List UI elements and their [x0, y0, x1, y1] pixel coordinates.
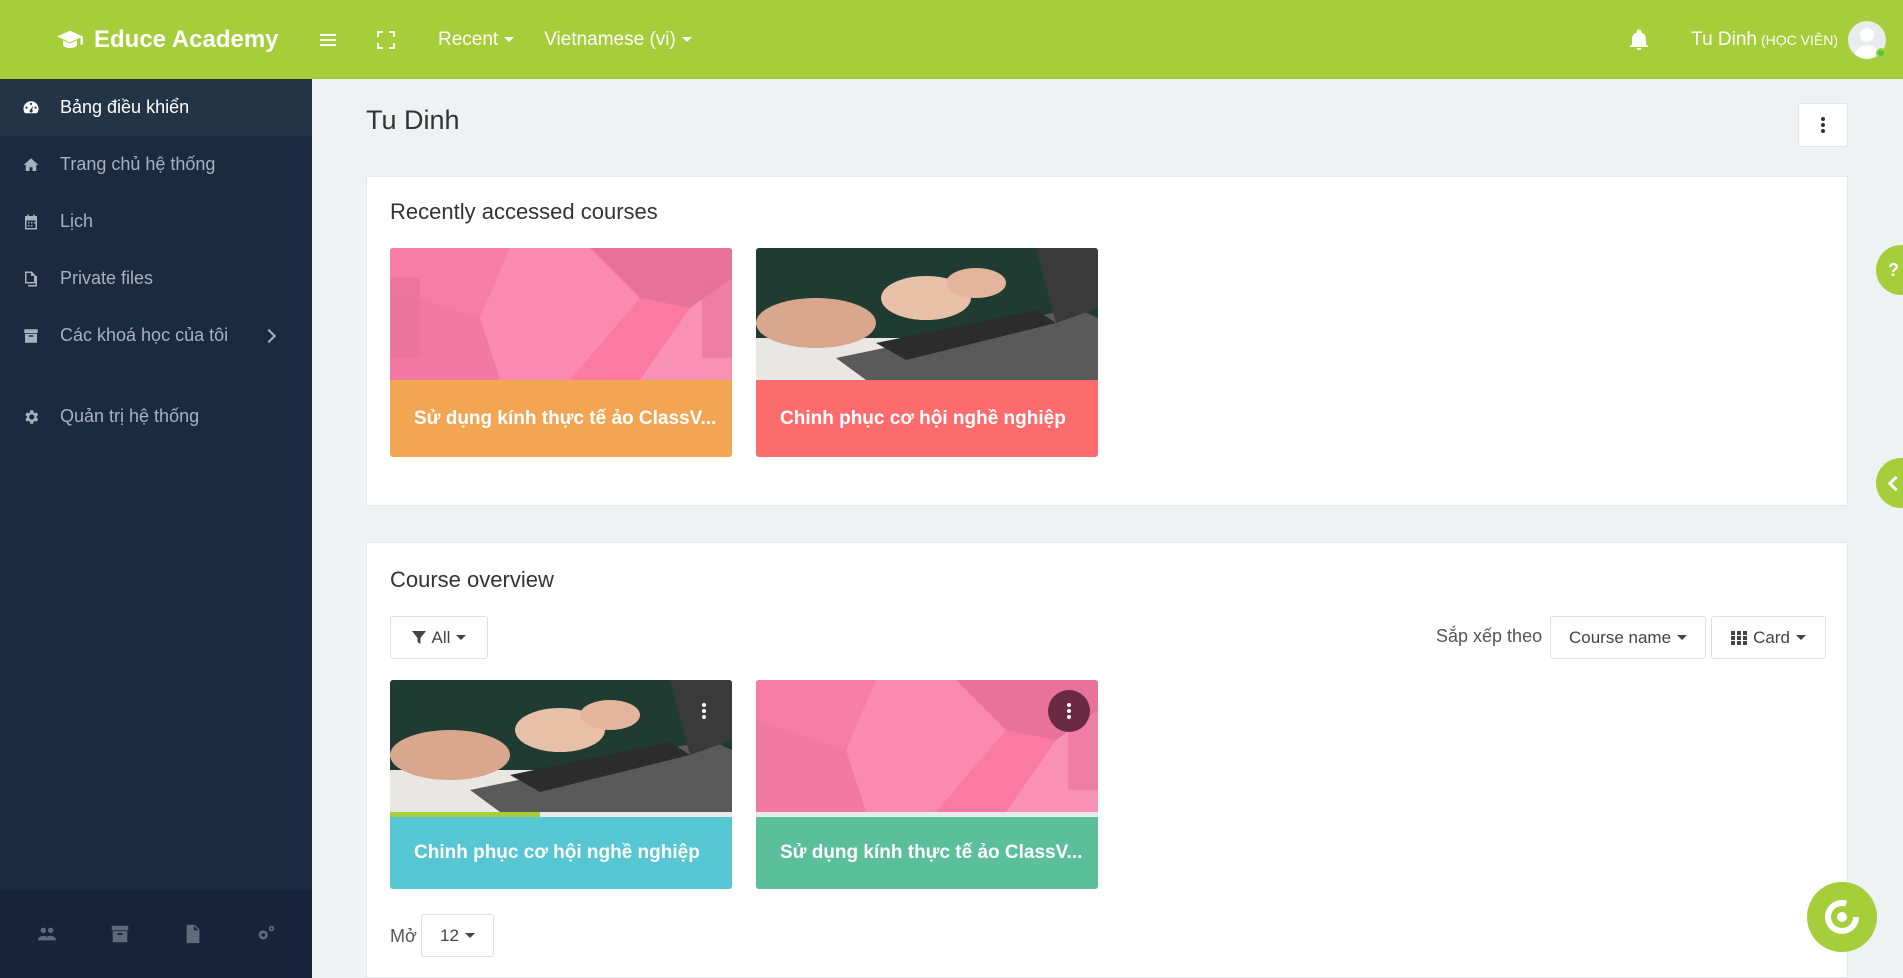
course-name: Sử dụng kính thực tế ảo ClassV...: [756, 817, 1098, 889]
dashboard-icon: [23, 100, 39, 113]
course-image: [390, 248, 732, 380]
recent-course-card[interactable]: Sử dụng kính thực tế ảo ClassV...: [390, 248, 732, 457]
sort-dropdown[interactable]: Course name: [1550, 616, 1706, 659]
recent-courses-block: Recently accessed courses Sử dụng kính t…: [366, 176, 1848, 506]
sidebar-item-label: Lịch: [60, 211, 94, 231]
overview-course-card[interactable]: Chinh phục cơ hội nghề nghiệp: [390, 680, 732, 889]
caret-down-icon: [504, 37, 515, 42]
online-status-icon: [1876, 48, 1886, 58]
sidebar-item-label: Bảng điều khiển: [60, 97, 190, 117]
sidebar-item-label: Private files: [60, 268, 154, 288]
graduation-cap-icon: [57, 30, 83, 48]
course-menu-button[interactable]: [683, 690, 725, 732]
language-dropdown[interactable]: Vietnamese (vi): [544, 29, 692, 51]
course-overview-block: Course overview All Sắp xếp theo Course …: [366, 542, 1848, 978]
caret-down-icon: [1795, 635, 1806, 640]
user-role: (HỌC VIÊN): [1761, 31, 1838, 48]
course-overview-title: Course overview: [390, 567, 554, 592]
file-icon[interactable]: [182, 923, 204, 945]
kebab-icon: [1067, 703, 1071, 719]
language-label: Vietnamese (vi): [544, 28, 676, 50]
sidebar-item-private-files[interactable]: Private files: [0, 250, 312, 307]
course-menu-button[interactable]: [1048, 690, 1090, 732]
gears-icon[interactable]: [255, 923, 277, 945]
archive-icon[interactable]: [109, 923, 131, 945]
view-dropdown[interactable]: Card: [1711, 616, 1826, 659]
sort-label: Sắp xếp theo: [1436, 626, 1543, 646]
course-image: [756, 248, 1098, 380]
sidebar-item-dashboard[interactable]: Bảng điều khiển: [0, 79, 312, 136]
gear-icon: [25, 409, 39, 424]
caret-down-icon: [456, 635, 467, 640]
chevron-left-icon: [1887, 475, 1903, 491]
course-image: [756, 680, 1098, 812]
sidebar-item-site-home[interactable]: Trang chủ hệ thống: [0, 136, 312, 193]
brand-name: Educe Academy: [94, 25, 279, 53]
filter-dropdown[interactable]: All: [390, 616, 488, 659]
sidebar-item-label: Trang chủ hệ thống: [60, 154, 216, 174]
help-label: ?: [1888, 259, 1899, 280]
users-icon[interactable]: [36, 923, 58, 945]
recent-dropdown[interactable]: Recent: [438, 28, 515, 51]
course-image: [390, 680, 732, 812]
chat-widget-button[interactable]: [1807, 882, 1877, 952]
overview-course-card[interactable]: Sử dụng kính thực tế ảo ClassV...: [756, 680, 1098, 889]
show-value: 12: [440, 925, 459, 945]
kebab-icon: [1821, 117, 1825, 133]
sidebar-item-my-courses[interactable]: Các khoá học của tôi: [0, 307, 312, 364]
filter-icon: [411, 630, 426, 644]
page-actions-button[interactable]: [1798, 103, 1848, 147]
recent-courses-title: Recently accessed courses: [390, 199, 658, 224]
fullscreen-button[interactable]: [364, 18, 408, 62]
hamburger-icon: [320, 33, 336, 46]
expand-icon: [377, 30, 395, 49]
page-title: Tu Dinh: [366, 105, 460, 135]
recent-label: Recent: [438, 28, 499, 50]
filter-label: All: [431, 627, 451, 647]
chevron-right-icon: [261, 328, 277, 343]
caret-down-icon: [464, 933, 475, 938]
caret-down-icon: [681, 37, 692, 42]
course-name: Sử dụng kính thực tế ảo ClassV...: [390, 380, 732, 457]
files-icon: [25, 271, 37, 286]
home-icon: [23, 157, 39, 171]
calendar-icon: [25, 214, 37, 229]
sidebar-item-calendar[interactable]: Lịch: [0, 193, 312, 250]
kebab-icon: [702, 703, 706, 719]
grid-icon: [1731, 630, 1748, 645]
recent-course-card[interactable]: Chinh phục cơ hội nghề nghiệp: [756, 248, 1098, 457]
course-name: Chinh phục cơ hội nghề nghiệp: [756, 380, 1098, 457]
sidebar-footer: [0, 890, 312, 978]
caret-down-icon: [1677, 635, 1688, 640]
sidebar-item-label: Quản trị hệ thống: [60, 406, 200, 426]
brand-link[interactable]: Educe Academy: [56, 26, 296, 54]
sidebar-item-label: Các khoá học của tôi: [60, 325, 229, 345]
archive-icon: [24, 328, 38, 343]
user-name[interactable]: Tu Dinh: [1691, 29, 1757, 51]
view-value: Card: [1753, 627, 1790, 647]
menu-toggle-button[interactable]: [306, 18, 350, 62]
sort-value: Course name: [1568, 627, 1672, 647]
top-navbar: Educe Academy Recent Vietnamese (vi) Tu …: [0, 0, 1903, 79]
bell-icon[interactable]: [1627, 28, 1651, 52]
show-label: Mở: [390, 926, 417, 946]
sidebar-item-site-admin[interactable]: Quản trị hệ thống: [0, 388, 312, 445]
main-content: Tu Dinh Recently accessed courses Sử dụn…: [312, 79, 1903, 978]
show-count-dropdown[interactable]: 12: [421, 914, 494, 957]
chat-icon: [1825, 900, 1859, 934]
sidebar: Bảng điều khiển Trang chủ hệ thống Lịch …: [0, 79, 312, 978]
course-name: Chinh phục cơ hội nghề nghiệp: [390, 817, 732, 889]
